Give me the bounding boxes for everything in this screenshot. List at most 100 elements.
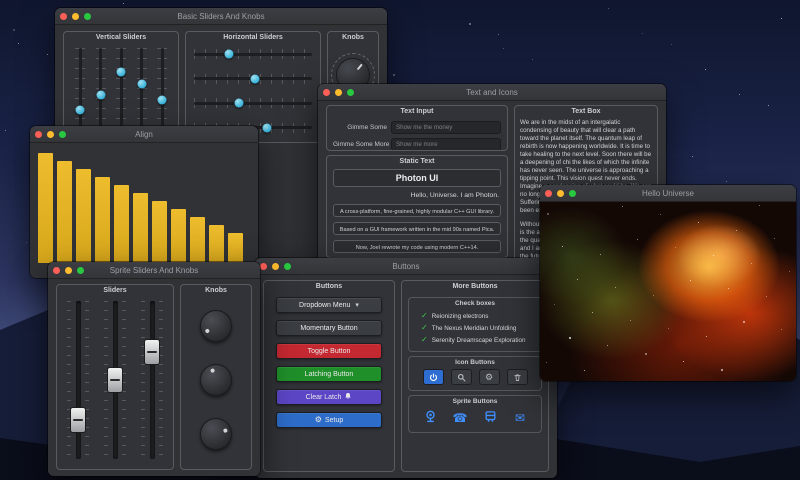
group-title: Knobs [205,287,227,294]
magnifying-glass-button[interactable] [450,369,472,385]
sprite-knob-1[interactable] [200,310,232,342]
nebula-star [743,321,745,323]
vertical-slider-3[interactable] [115,48,127,134]
vertical-slider-2[interactable] [95,48,107,134]
more-buttons-group: More Buttons Check boxes ✓ Reionizing ele… [401,280,549,472]
sprite-slider-3[interactable] [141,301,163,459]
star [532,59,533,60]
check-row-1[interactable]: ✓ Reionizing electrons [413,310,537,322]
toggle-button[interactable]: Toggle Button [276,343,382,359]
slider-thumb[interactable] [234,98,244,108]
vertical-slider-5[interactable] [156,48,168,134]
star [671,44,672,45]
star [739,94,740,95]
slider-thumb[interactable] [262,123,272,133]
check-row-3[interactable]: ✓ Serenity Dreamscape Exploration [413,334,537,346]
slider-thumb[interactable] [107,367,123,393]
slider-thumb[interactable] [224,49,234,59]
gimme-some-input[interactable] [391,121,501,134]
group-title: Buttons [315,283,343,290]
cog-button[interactable]: ⚙ [478,369,500,385]
align-bar-3 [76,169,91,263]
slider-thumb[interactable] [70,406,86,433]
mail-button[interactable]: ✉ [509,408,532,427]
vertical-slider-1[interactable] [74,48,86,134]
nebula-star [546,362,547,363]
align-bar-1 [38,153,53,263]
slider-thumb[interactable] [75,105,85,115]
nebula-star [713,255,714,256]
sprite-slider-2[interactable] [104,301,126,459]
nebula-star [584,370,585,371]
slider-thumb[interactable] [116,67,126,77]
sprite-knob-3[interactable] [200,418,232,450]
align-bar-9 [190,217,205,263]
nebula-image [540,202,796,381]
checkmark-icon[interactable]: ✓ [421,324,428,332]
nebula-star [736,230,737,231]
align-bar-11 [228,233,243,263]
latching-button[interactable]: Latching Button [276,366,382,382]
window-title: Text and Icons [466,87,518,97]
align-bar-4 [95,177,110,263]
sprite-sliders-group: Sliders [56,284,174,470]
knob-arm [197,415,235,453]
group-title: Horizontal Sliders [223,34,283,41]
window-title: Buttons [392,261,420,271]
bus-icon [484,410,497,426]
window-title: Hello Universe [641,188,695,198]
slider-thumb[interactable] [137,79,146,89]
bus-button[interactable] [479,408,502,427]
align-bar-7 [152,201,167,263]
nebula-star [622,206,623,207]
star [393,74,395,76]
camera-icon [424,410,437,426]
titlebar[interactable]: Text and Icons [318,84,666,101]
power-button[interactable] [422,369,444,385]
titlebar[interactable]: Sprite Sliders And Knobs [48,262,260,279]
titlebar[interactable]: Basic Sliders And Knobs [55,8,387,25]
sprite-slider-1[interactable] [67,301,89,459]
slider-thumb[interactable] [250,74,260,84]
dropdown-menu-button[interactable]: Dropdown Menu ▾ [276,297,382,313]
gear-icon: ⚙ [314,415,322,424]
nebula-star [698,222,699,223]
nebula-star [607,345,608,346]
titlebar[interactable]: Align [30,126,258,143]
slider-track [75,301,81,459]
trash-button[interactable] [506,369,528,385]
titlebar[interactable]: Buttons [255,258,557,275]
buttons-stack: Dropdown Menu ▾ Momentary Button Toggle But… [276,297,382,428]
trash-icon [513,373,522,382]
sprite-sliders-window: Sprite Sliders And Knobs Sliders Knobs [48,262,260,476]
horizontal-slider-2[interactable] [194,73,312,85]
slider-track [194,52,312,56]
star [469,23,471,25]
horizontal-slider-3[interactable] [194,97,312,109]
horizontal-slider-1[interactable] [194,48,312,60]
slider-thumb[interactable] [144,338,160,365]
gimme-some-label: Gimme Some [347,124,387,131]
vertical-slider-4[interactable] [136,48,148,134]
check-row-2[interactable]: ✓ The Nexus Meridian Unfolding [413,322,537,334]
nebula-star [759,205,760,206]
desktop: Basic Sliders And Knobs Vertical Sliders… [0,0,800,480]
momentary-button[interactable]: Momentary Button [276,320,382,336]
slider-thumb[interactable] [96,90,105,100]
slider-thumb[interactable] [157,95,167,105]
setup-button[interactable]: ⚙ Setup [276,412,382,428]
phone-button[interactable]: ☎ [449,408,472,427]
star [498,34,499,35]
sprite-knob-2[interactable] [200,364,232,396]
check-label: Serenity Dreamscape Exploration [431,336,526,344]
camera-button[interactable] [419,408,442,427]
group-title: Sliders [103,287,127,294]
checkmark-icon[interactable]: ✓ [421,336,428,344]
align-window: Align [30,126,258,278]
titlebar[interactable]: Hello Universe [540,185,796,202]
checkmark-icon[interactable]: ✓ [421,312,428,320]
gimme-some-more-input[interactable] [391,138,501,150]
nebula-star [554,304,555,305]
clear-latch-button[interactable]: Clear Latch [276,389,382,405]
star [123,3,124,4]
